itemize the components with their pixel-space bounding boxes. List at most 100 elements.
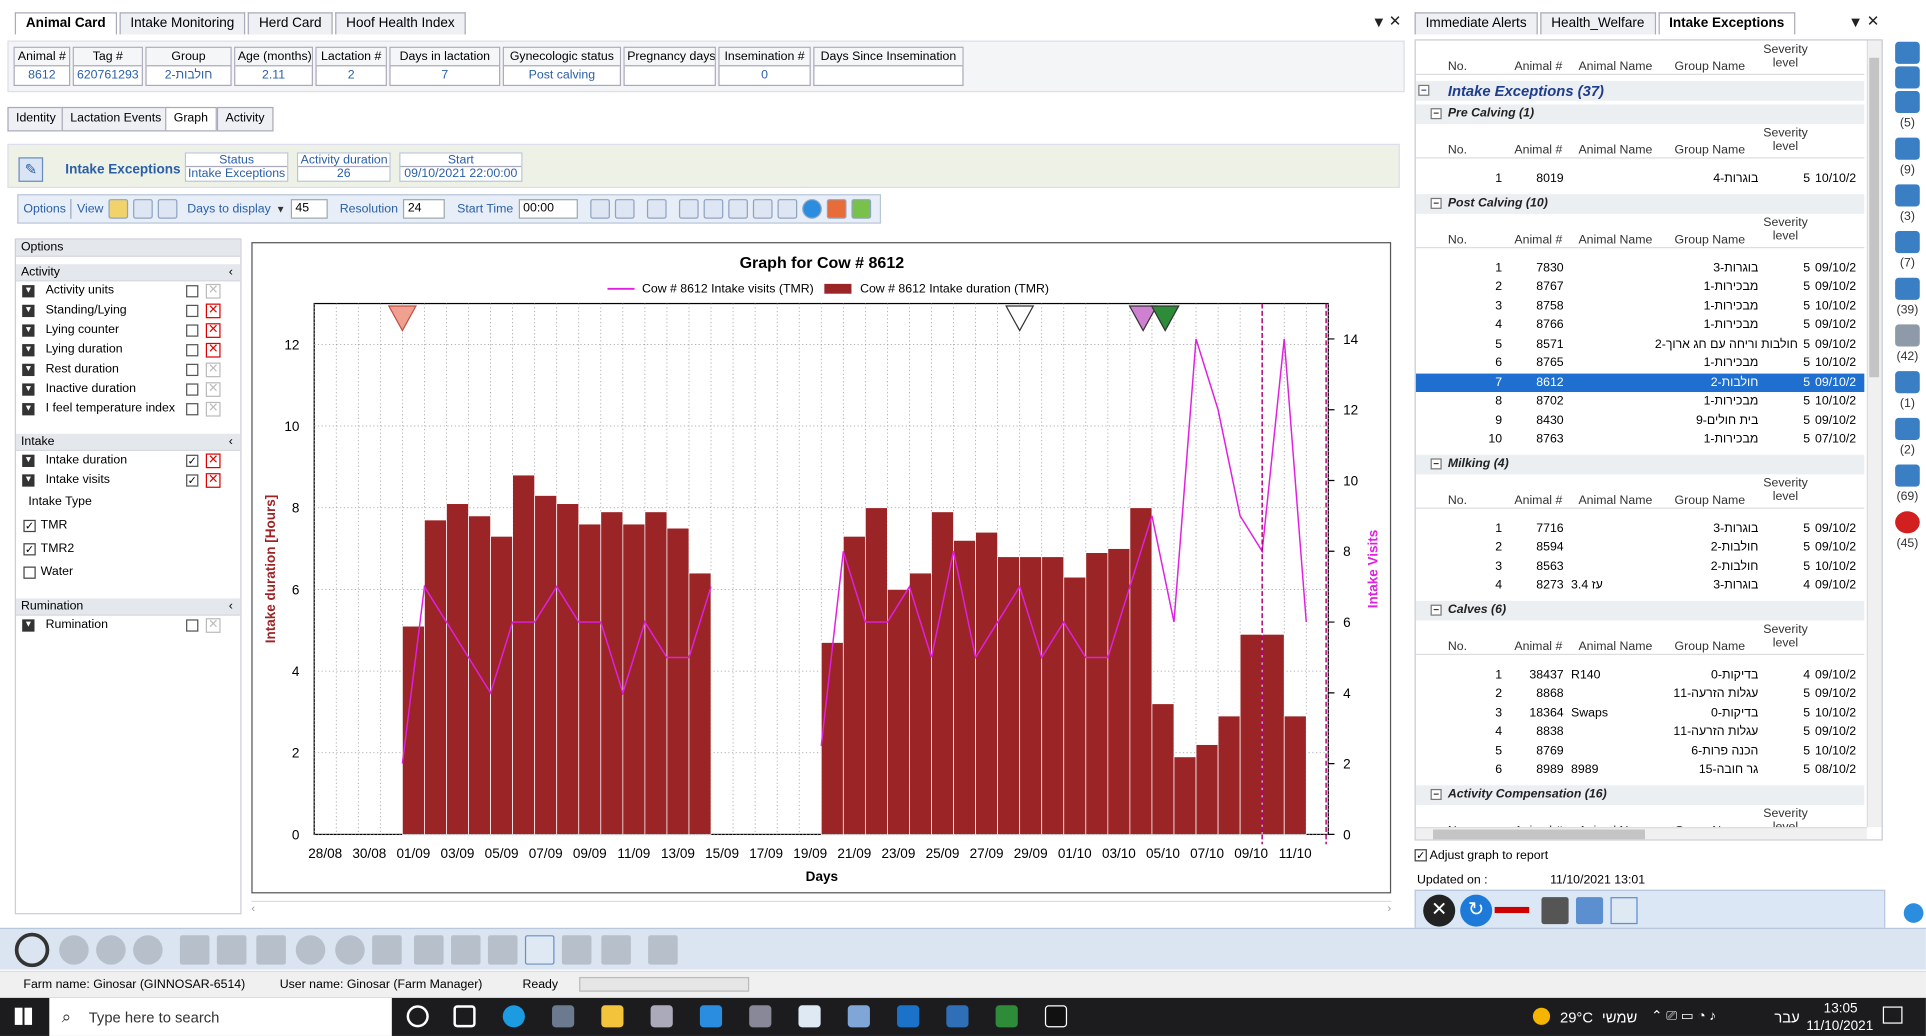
- option-activity-units[interactable]: ▼ Activity units ✕: [16, 281, 240, 301]
- option-checkbox[interactable]: [186, 344, 199, 357]
- table-row[interactable]: 7 8612 2-חולבות 5 09/10/2: [1415, 372, 1865, 392]
- expand-icon[interactable]: ▼: [22, 619, 35, 632]
- alert-category-icon[interactable]: [1895, 277, 1920, 300]
- table-row[interactable]: 2 8594 2-חולבות 5 09/10/2: [1416, 538, 1865, 556]
- intake-type-water[interactable]: Water: [16, 560, 240, 583]
- chart-type-icon[interactable]: [850, 199, 871, 219]
- tab-hoof-health-index[interactable]: Hoof Health Index: [335, 12, 466, 35]
- db-icon[interactable]: [847, 1005, 870, 1028]
- option-rest-duration[interactable]: ▼ Rest duration ✕: [16, 360, 240, 380]
- alert-category-icon[interactable]: [1895, 371, 1920, 394]
- graph-icon[interactable]: [524, 935, 555, 965]
- adjust-graph-checkbox[interactable]: ✓: [1414, 849, 1427, 862]
- list-icon[interactable]: [372, 935, 402, 965]
- root-group[interactable]: − Intake Exceptions (37): [1415, 81, 1865, 101]
- graph-icon[interactable]: [646, 199, 667, 219]
- view-button[interactable]: View: [77, 202, 103, 216]
- group-2[interactable]: − Milking (4): [1415, 454, 1865, 474]
- option-checkbox[interactable]: [186, 304, 199, 318]
- table-row[interactable]: 1 7830 3-בוגרות 5 09/10/2: [1416, 259, 1865, 277]
- intake-type-tmr2[interactable]: ✓ TMR2: [16, 537, 240, 560]
- subtab-activity[interactable]: Activity: [216, 106, 274, 132]
- view-bars-icon[interactable]: [133, 199, 153, 219]
- close-icon[interactable]: ✕: [1389, 12, 1401, 29]
- option-remove-icon[interactable]: ✕: [205, 323, 221, 338]
- right-tab-health-welfare[interactable]: Health_Welfare: [1540, 12, 1656, 35]
- table-row[interactable]: 10 8763 1-מבכירות 5 07/10/2: [1416, 430, 1865, 448]
- right-tab-immediate-alerts[interactable]: Immediate Alerts: [1414, 12, 1538, 35]
- alert-category-icon[interactable]: [1895, 417, 1920, 440]
- table-row[interactable]: 9 8430 9-בית חולים 5 09/10/2: [1416, 411, 1865, 429]
- table-row[interactable]: 3 18364 Swaps 0-בדיקות 5 10/10/2: [1416, 704, 1865, 722]
- export-icon[interactable]: [703, 199, 723, 219]
- group-1[interactable]: − Post Calving (10): [1415, 193, 1865, 214]
- option-checkbox[interactable]: ✓: [186, 454, 199, 467]
- expand-icon[interactable]: ▼: [22, 324, 35, 337]
- group-0[interactable]: − Pre Calving (1): [1415, 104, 1865, 125]
- tab-herd-card[interactable]: Herd Card: [247, 12, 333, 35]
- cancel-icon[interactable]: [133, 935, 163, 965]
- column-header[interactable]: Group Name: [1675, 58, 1746, 76]
- refresh-circle-icon[interactable]: ↻: [1460, 894, 1493, 927]
- option-checkbox[interactable]: [186, 403, 199, 416]
- language-indicator[interactable]: עבר: [1774, 1009, 1799, 1026]
- column-header[interactable]: No.: [1448, 637, 1467, 655]
- graph-icon[interactable]: [1610, 897, 1638, 925]
- collapse-icon[interactable]: −: [1430, 457, 1442, 469]
- table-row[interactable]: 6 8989 8989 15-גר חובה 5 08/10/2: [1416, 761, 1865, 779]
- option-checkbox[interactable]: [186, 363, 199, 377]
- tab-intake-monitoring[interactable]: Intake Monitoring: [119, 12, 246, 35]
- option-checkbox[interactable]: ✓: [186, 474, 199, 487]
- table-row[interactable]: 3 8563 2-חולבות 5 10/10/2: [1416, 557, 1865, 575]
- intake-type-checkbox[interactable]: [23, 566, 36, 579]
- h-scroll-thumb[interactable]: [1433, 829, 1645, 840]
- history-icon[interactable]: [295, 935, 326, 965]
- table-row[interactable]: 4 8273 3.4 עז 3-בוגרות 4 09/10/2: [1416, 576, 1865, 594]
- right-close-icon[interactable]: ✕: [1867, 12, 1879, 29]
- app-icon[interactable]: [650, 1005, 673, 1028]
- options-section-rumination[interactable]: Rumination ‹: [16, 598, 241, 616]
- option-remove-icon[interactable]: ✕: [205, 453, 221, 469]
- table-row[interactable]: 5 8769 6-הכנה פרות 5 10/10/2: [1416, 742, 1865, 760]
- alert-category-icon[interactable]: [1895, 137, 1920, 160]
- table-row[interactable]: 1 8019 4-בוגרות 5 10/10/2: [1416, 170, 1865, 188]
- document-icon[interactable]: [601, 935, 631, 965]
- column-header[interactable]: Animal Name: [1578, 141, 1652, 159]
- view-bars2-icon[interactable]: [157, 199, 178, 219]
- search-icon[interactable]: [14, 932, 50, 968]
- store-icon[interactable]: [552, 1005, 575, 1028]
- export-icon[interactable]: [450, 935, 481, 965]
- alert-category-icon[interactable]: [1895, 231, 1920, 254]
- export-icon[interactable]: [1575, 897, 1604, 925]
- alert-category-icon[interactable]: [1895, 464, 1920, 487]
- resolution-select[interactable]: 24: [402, 199, 445, 219]
- tab-animal-card[interactable]: Animal Card: [14, 12, 117, 35]
- collapse-icon[interactable]: ‹: [229, 598, 233, 615]
- collapse-icon[interactable]: −: [1430, 788, 1442, 800]
- alert-category-icon[interactable]: [1895, 90, 1920, 114]
- tools-icon[interactable]: [776, 199, 797, 219]
- table-row[interactable]: 1 38437 R140 0-בדיקות 4 09/10/2: [1416, 665, 1865, 683]
- table-row[interactable]: 8 8702 1-מבכירות 5 10/10/2: [1416, 392, 1865, 410]
- column-header[interactable]: No.: [1448, 491, 1467, 509]
- tray-icons[interactable]: ⌃ ⎚ ▭ ◔ ♪: [1651, 1008, 1716, 1025]
- column-header[interactable]: Severity level: [1763, 127, 1808, 154]
- option-remove-icon[interactable]: ✕: [205, 473, 221, 488]
- options-section-intake[interactable]: Intake ‹: [16, 433, 241, 452]
- subtab-lactation-events[interactable]: Lactation Events: [61, 106, 170, 132]
- report-icon[interactable]: [561, 935, 592, 965]
- option-lying-counter[interactable]: ▼ Lying counter ✕: [16, 321, 240, 341]
- option-inactive-duration[interactable]: ▼ Inactive duration ✕: [16, 380, 240, 400]
- view-chart-icon[interactable]: [108, 199, 129, 219]
- refresh-icon[interactable]: [96, 935, 126, 965]
- minus-icon[interactable]: [1494, 906, 1530, 914]
- graph-scrollbar[interactable]: ‹ ›: [251, 900, 1392, 916]
- intake-type-checkbox[interactable]: ✓: [23, 519, 36, 533]
- cow-icon[interactable]: [1895, 41, 1920, 64]
- table-row[interactable]: 5 8571 2-חולבות וריחה עם חג ארוך 5 09/10/2: [1416, 335, 1865, 353]
- start-time-select[interactable]: 00:00: [518, 199, 578, 219]
- add-icon[interactable]: [179, 935, 210, 965]
- option-remove-icon[interactable]: ✕: [205, 401, 221, 417]
- expand-icon[interactable]: ▼: [22, 454, 35, 467]
- print-icon[interactable]: [414, 935, 444, 965]
